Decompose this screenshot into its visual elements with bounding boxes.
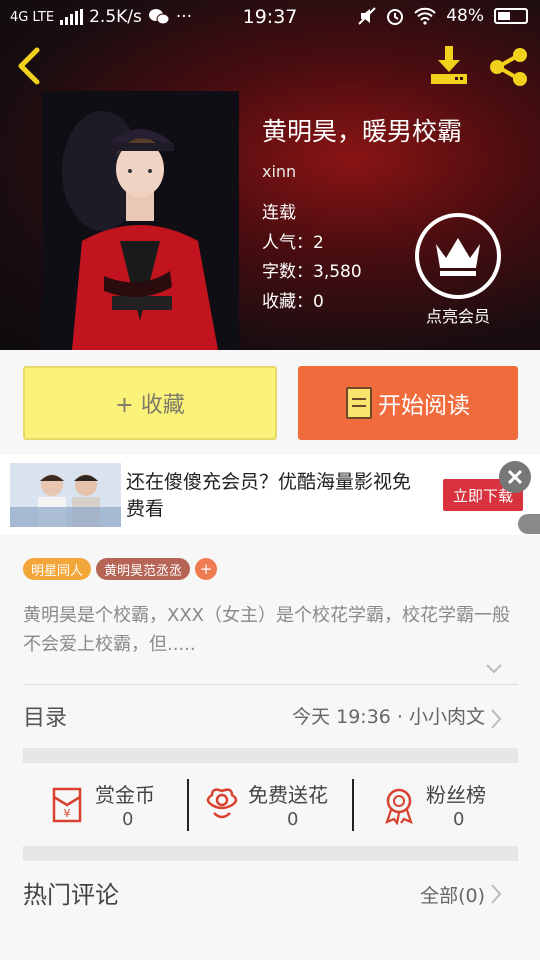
ad-banner[interactable]: 还在傻傻充会员？优酷海量影视免费看 立即下载 <box>0 455 540 535</box>
catalog-title: 目录 <box>23 706 68 731</box>
wifi-icon <box>414 7 436 25</box>
stat-label: 赏金币 <box>95 783 155 807</box>
ad-thumbnail <box>10 463 121 527</box>
mute-icon <box>358 7 376 25</box>
book-word-count: 字数：3,580 <box>262 262 362 282</box>
book-title: 黄明昊，暖男校霸 <box>262 117 463 146</box>
stat-label: 免费送花 <box>248 783 328 807</box>
red-envelope-icon: ¥ <box>52 787 82 823</box>
svg-text:¥: ¥ <box>64 807 71 820</box>
chevron-down-icon[interactable] <box>485 660 503 678</box>
medal-icon <box>385 788 413 825</box>
book-favorites: 收藏：0 <box>262 292 324 312</box>
hot-comments-title: 热门评论 <box>23 881 119 909</box>
start-reading-label: 开始阅读 <box>378 393 470 419</box>
status-bar: 4G LTE 2.5K/s ··· 19:37 48% <box>0 0 540 34</box>
ad-badge-icon <box>518 514 540 534</box>
reward-coins-button[interactable]: ¥ 赏金币 0 <box>23 765 188 845</box>
divider <box>23 684 518 685</box>
ad-text: 还在傻傻充会员？优酷海量影视免费看 <box>126 471 412 520</box>
vip-label: 点亮会员 <box>425 307 490 326</box>
send-flower-button[interactable]: 免费送花 0 <box>188 765 353 845</box>
flower-icon <box>206 788 238 819</box>
stat-value: 0 <box>122 809 134 830</box>
book-header: 4G LTE 2.5K/s ··· 19:37 48% 黄明昊，暖男校霸 xin… <box>0 0 540 350</box>
back-icon[interactable] <box>12 44 46 88</box>
start-reading-button[interactable]: 开始阅读 <box>298 366 518 440</box>
battery-icon <box>494 8 528 24</box>
latest-chapter: 今天 19:36 · 小小肉文 <box>292 706 485 728</box>
stats-bar: ¥ 赏金币 0 免费送花 0 粉丝榜 0 <box>23 765 518 845</box>
chevron-right-icon <box>491 709 502 729</box>
wechat-icon <box>148 9 170 25</box>
favorite-button[interactable]: + 收藏 <box>23 366 277 440</box>
more-notifications-icon: ··· <box>175 7 193 27</box>
action-bar: + 收藏 开始阅读 <box>0 350 540 454</box>
fan-ranking-button[interactable]: 粉丝榜 0 <box>353 765 518 845</box>
book-cover-image[interactable] <box>42 91 239 350</box>
alarm-icon <box>387 9 404 25</box>
book-description: 黄明昊是个校霸，XXX（女主）是个校花学霸，校花学霸一般不会爱上校霸，但....… <box>23 605 510 655</box>
share-icon[interactable] <box>488 46 530 88</box>
stat-value: 0 <box>287 809 299 830</box>
download-icon[interactable] <box>428 44 470 86</box>
network-speed: 2.5K/s <box>89 7 142 27</box>
close-icon[interactable] <box>499 461 531 493</box>
stat-value: 0 <box>453 809 465 830</box>
section-separator <box>23 846 518 861</box>
vip-button[interactable]: 点亮会员 <box>413 213 503 333</box>
crown-icon <box>415 213 501 299</box>
book-detail-page: 4G LTE 2.5K/s ··· 19:37 48% 黄明昊，暖男校霸 xin… <box>0 0 540 960</box>
tag-item[interactable]: 黄明昊范丞丞 <box>96 558 191 580</box>
add-tag-button[interactable]: + <box>195 558 218 580</box>
comment-row-partial <box>23 948 518 960</box>
battery-percent: 48% <box>446 6 484 26</box>
all-comments-link[interactable]: 全部(0) <box>420 881 485 908</box>
book-author[interactable]: xinn <box>262 162 296 181</box>
book-popularity: 人气：2 <box>262 233 324 253</box>
stat-label: 粉丝榜 <box>426 783 486 807</box>
tag-list: 明星同人 黄明昊范丞丞 + <box>23 558 218 580</box>
network-type: 4G LTE <box>10 9 55 25</box>
book-status: 连载 <box>262 203 296 223</box>
section-separator <box>23 748 518 763</box>
chevron-right-icon <box>491 884 502 904</box>
catalog-row[interactable]: 目录 今天 19:36 · 小小肉文 <box>0 690 540 744</box>
book-icon <box>346 387 372 419</box>
tag-item[interactable]: 明星同人 <box>23 558 92 580</box>
signal-icon <box>60 9 84 25</box>
hot-comments-header[interactable]: 热门评论 全部(0) <box>0 865 540 921</box>
